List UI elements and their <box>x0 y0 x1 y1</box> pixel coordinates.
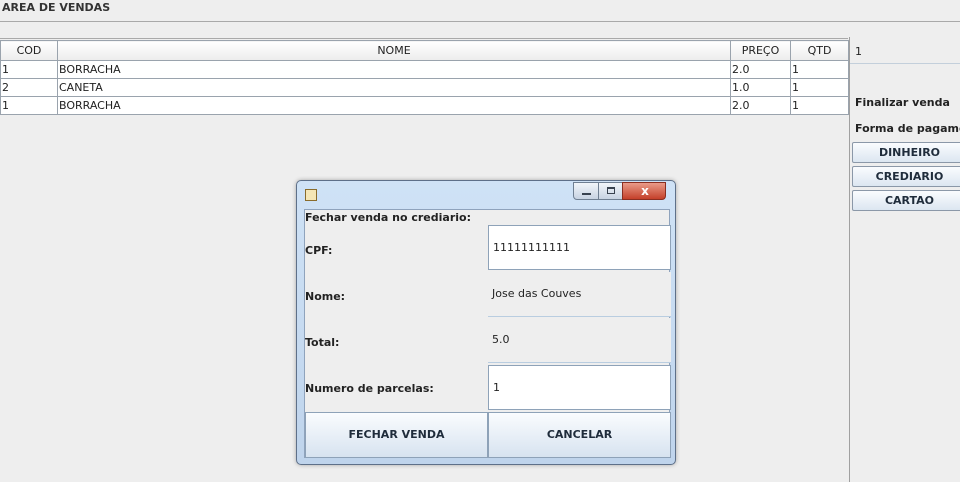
table-top-divider <box>0 38 848 39</box>
credit-store-button[interactable]: CREDIARIO <box>852 166 960 187</box>
cell-preco[interactable]: 1.0 <box>730 78 791 97</box>
cell-qtd[interactable]: 1 <box>790 78 849 97</box>
total-value: 5.0 <box>488 318 671 363</box>
dialog-content: Fechar venda no crediario: CPF: 11111111… <box>304 209 671 458</box>
close-icon: x <box>641 184 649 198</box>
cell-cod[interactable]: 2 <box>0 78 58 97</box>
cell-cod[interactable]: 1 <box>0 60 58 79</box>
table-row[interactable]: 1 BORRACHA 2.0 1 <box>0 96 849 115</box>
card-button[interactable]: CARTAO <box>852 190 960 211</box>
column-header-qtd[interactable]: QTD <box>790 40 849 61</box>
table-header-row: COD NOME PREÇO QTD <box>0 40 849 61</box>
cell-nome[interactable]: CANETA <box>57 78 731 97</box>
cell-nome[interactable]: BORRACHA <box>57 96 731 115</box>
finalize-sale-label: Finalizar venda <box>855 96 950 109</box>
installments-label: Numero de parcelas: <box>305 382 434 395</box>
cell-qtd[interactable]: 1 <box>790 60 849 79</box>
maximize-icon <box>607 187 615 194</box>
cell-cod[interactable]: 1 <box>0 96 58 115</box>
minimize-button[interactable] <box>573 182 599 200</box>
page-title: AREA DE VENDAS <box>2 1 111 14</box>
dialog-heading: Fechar venda no crediario: <box>305 211 471 224</box>
column-header-nome[interactable]: NOME <box>57 40 731 61</box>
maximize-button[interactable] <box>598 182 623 200</box>
table-row[interactable]: 2 CANETA 1.0 1 <box>0 78 849 97</box>
column-header-cod[interactable]: COD <box>0 40 58 61</box>
title-divider <box>0 21 960 22</box>
total-label: Total: <box>305 336 340 349</box>
name-value: Jose das Couves <box>488 272 671 317</box>
cancel-button[interactable]: CANCELAR <box>488 412 671 458</box>
cell-preco[interactable]: 2.0 <box>730 96 791 115</box>
cpf-label: CPF: <box>305 244 333 257</box>
table-row[interactable]: 1 BORRACHA 2.0 1 <box>0 60 849 79</box>
cpf-input[interactable]: 11111111111 <box>488 225 671 270</box>
name-label: Nome: <box>305 290 346 303</box>
cell-nome[interactable]: BORRACHA <box>57 60 731 79</box>
credit-sale-dialog: x Fechar venda no crediario: CPF: 111111… <box>296 180 676 465</box>
sales-table[interactable]: COD NOME PREÇO QTD 1 BORRACHA 2.0 1 2 CA… <box>0 40 849 115</box>
quantity-field[interactable]: 1 <box>850 37 960 64</box>
installments-input[interactable]: 1 <box>488 365 671 410</box>
minimize-icon <box>582 193 591 195</box>
cash-button[interactable]: DINHEIRO <box>852 142 960 163</box>
close-sale-button[interactable]: FECHAR VENDA <box>305 412 488 458</box>
cell-preco[interactable]: 2.0 <box>730 60 791 79</box>
window-controls: x <box>573 182 671 201</box>
java-app-icon <box>305 189 317 201</box>
payment-method-label: Forma de pagamento <box>855 122 960 135</box>
payment-side-panel: 1 Finalizar venda Forma de pagamento DIN… <box>849 37 960 482</box>
close-button[interactable]: x <box>622 182 666 200</box>
column-header-preco[interactable]: PREÇO <box>730 40 791 61</box>
cell-qtd[interactable]: 1 <box>790 96 849 115</box>
